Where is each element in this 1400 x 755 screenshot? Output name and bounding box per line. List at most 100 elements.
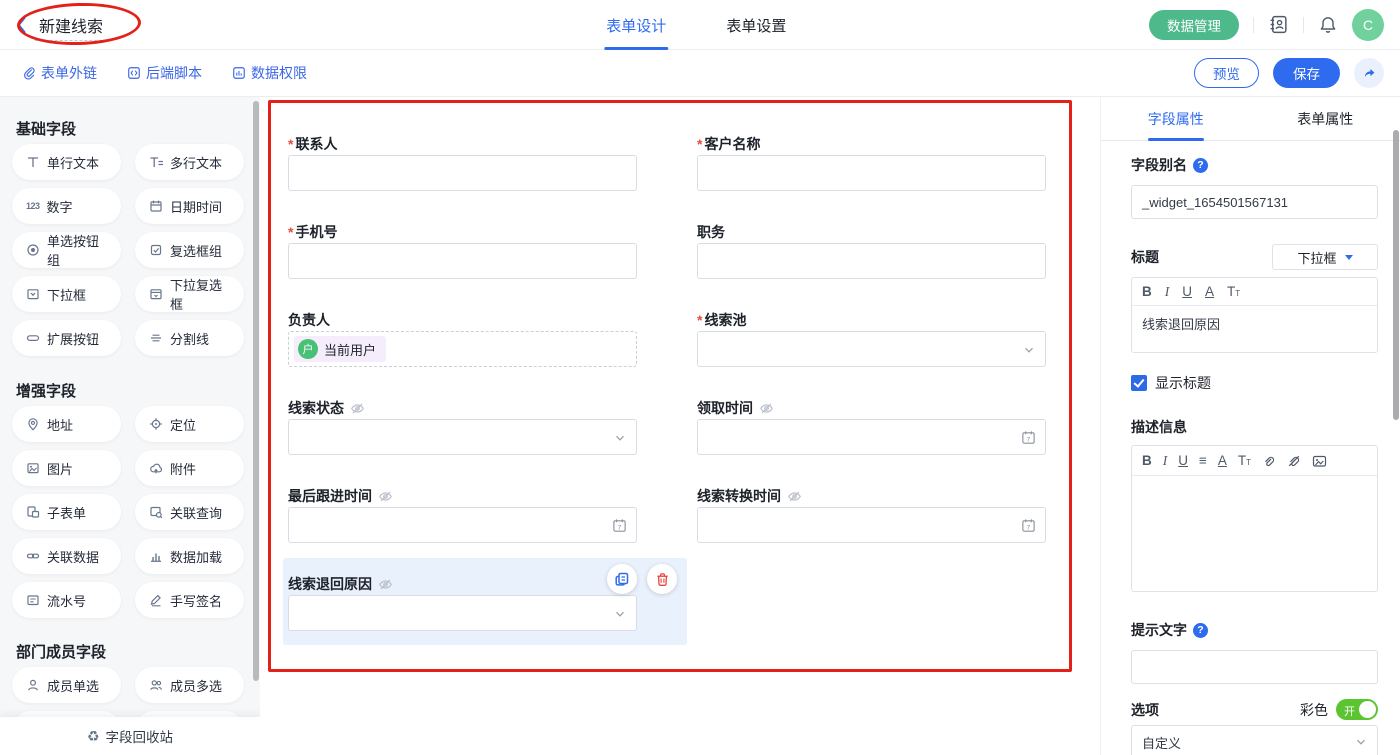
form-field-job-title[interactable]: 职务 xyxy=(697,221,1046,279)
tab-form-settings[interactable]: 表单设置 xyxy=(724,0,788,50)
align-button[interactable]: ≡ xyxy=(1199,454,1207,468)
sidebar-item-multi-line-text[interactable]: 多行文本 xyxy=(135,144,244,180)
sidebar-item-member-single[interactable]: 成员单选 xyxy=(12,667,121,703)
font-size-button[interactable]: T xyxy=(1227,285,1240,299)
widget-type-select[interactable]: 下拉框 xyxy=(1272,244,1378,270)
description-editor: B I U ≡ A T xyxy=(1131,445,1378,592)
form-field-lead-return-reason[interactable]: 线索退回原因 xyxy=(288,573,637,631)
select-input[interactable] xyxy=(288,419,637,455)
sidebar-item-data-load[interactable]: 数据加载 xyxy=(135,538,244,574)
form-toolbar: 表单外链 后端脚本 数据权限 预览 保存 xyxy=(0,50,1400,97)
text-input[interactable] xyxy=(288,243,637,279)
insert-image-button[interactable] xyxy=(1312,454,1327,468)
sidebar-scrollbar[interactable] xyxy=(253,101,259,681)
field-recycle-bin[interactable]: ♻ 字段回收站 xyxy=(0,717,260,755)
sidebar-item-serial-number[interactable]: 流水号 xyxy=(12,582,121,618)
help-icon[interactable]: ? xyxy=(1193,623,1208,638)
title-editor-content[interactable]: 线索退回原因 xyxy=(1132,306,1377,352)
colorful-toggle[interactable]: 开 xyxy=(1336,699,1378,720)
calendar-icon xyxy=(149,199,163,213)
font-color-button[interactable]: A xyxy=(1205,285,1214,299)
panel-scrollbar[interactable] xyxy=(1393,130,1399,420)
form-title[interactable]: 新建线索 xyxy=(35,17,107,41)
tab-form-properties[interactable]: 表单属性 xyxy=(1251,97,1400,140)
underline-button[interactable]: U xyxy=(1178,454,1188,468)
sidebar-item-image[interactable]: 图片 xyxy=(12,450,121,486)
extend-button-icon xyxy=(26,331,40,345)
tab-form-design[interactable]: 表单设计 xyxy=(604,0,668,50)
help-icon[interactable]: ? xyxy=(1193,158,1208,173)
underline-button[interactable]: U xyxy=(1182,285,1192,299)
bold-button[interactable]: B xyxy=(1142,285,1152,299)
properties-panel: 字段属性 表单属性 字段别名 ? _widget_1654501567131 标… xyxy=(1100,97,1400,755)
unlink-button[interactable] xyxy=(1287,454,1301,468)
font-color-button[interactable]: A xyxy=(1218,454,1227,468)
sidebar-item-address[interactable]: 地址 xyxy=(12,406,121,442)
sidebar-item-number[interactable]: 123数字 xyxy=(12,188,121,224)
text-input[interactable] xyxy=(697,243,1046,279)
back-button[interactable] xyxy=(16,16,27,34)
sidebar-item-dropdown-multi[interactable]: 下拉复选框 xyxy=(135,276,244,312)
form-field-mobile[interactable]: *手机号 xyxy=(288,221,637,279)
backend-script-action[interactable]: 后端脚本 xyxy=(127,63,202,83)
data-manage-button[interactable]: 数据管理 xyxy=(1149,10,1239,40)
sidebar-item-single-line-text[interactable]: 单行文本 xyxy=(12,144,121,180)
sidebar-item-attachment[interactable]: 附件 xyxy=(135,450,244,486)
form-field-lead-status[interactable]: 线索状态 xyxy=(288,397,637,455)
preview-button[interactable]: 预览 xyxy=(1194,58,1259,88)
tab-field-properties[interactable]: 字段属性 xyxy=(1101,97,1251,140)
sidebar-item-dropdown[interactable]: 下拉框 xyxy=(12,276,121,312)
data-permission-action[interactable]: 数据权限 xyxy=(232,63,307,83)
copy-field-button[interactable] xyxy=(607,564,637,594)
divider xyxy=(1303,17,1304,33)
select-input[interactable] xyxy=(288,595,637,631)
section-basic-fields: 基础字段 xyxy=(16,118,260,138)
options-source-select[interactable]: 自定义 xyxy=(1131,725,1378,755)
form-canvas[interactable]: *联系人 *客户名称 *手机号 职务 负责人 xyxy=(260,97,1100,755)
font-size-button[interactable]: T xyxy=(1238,454,1251,468)
hint-text-input[interactable] xyxy=(1131,650,1378,684)
sidebar-item-divider-line[interactable]: 分割线 xyxy=(135,320,244,356)
notification-bell-icon[interactable] xyxy=(1318,15,1338,35)
show-title-checkbox[interactable]: 显示标题 xyxy=(1131,373,1378,393)
delete-field-button[interactable] xyxy=(647,564,677,594)
hidden-eye-icon xyxy=(350,401,365,416)
text-input[interactable] xyxy=(288,155,637,191)
form-field-lead-convert-time[interactable]: 线索转换时间 7 xyxy=(697,485,1046,543)
sidebar-item-datetime[interactable]: 日期时间 xyxy=(135,188,244,224)
save-button[interactable]: 保存 xyxy=(1273,58,1340,88)
sidebar-item-member-multi[interactable]: 成员多选 xyxy=(135,667,244,703)
sidebar-item-extend-button[interactable]: 扩展按钮 xyxy=(12,320,121,356)
share-button[interactable] xyxy=(1354,58,1384,88)
text-input[interactable] xyxy=(697,155,1046,191)
italic-button[interactable]: I xyxy=(1163,454,1168,468)
form-field-last-follow-time[interactable]: 最后跟进时间 7 xyxy=(288,485,637,543)
checkbox-icon xyxy=(149,243,163,257)
description-editor-content[interactable] xyxy=(1132,476,1377,591)
form-field-lead-pool[interactable]: *线索池 xyxy=(697,309,1046,367)
sidebar-item-signature[interactable]: 手写签名 xyxy=(135,582,244,618)
external-link-action[interactable]: 表单外链 xyxy=(22,63,97,83)
sidebar-item-linked-query[interactable]: 关联查询 xyxy=(135,494,244,530)
link-button[interactable] xyxy=(1262,454,1276,468)
form-field-customer-name[interactable]: *客户名称 xyxy=(697,133,1046,191)
date-input[interactable]: 7 xyxy=(697,507,1046,543)
user-avatar[interactable]: C xyxy=(1352,9,1384,41)
contact-book-icon[interactable] xyxy=(1268,14,1289,35)
italic-button[interactable]: I xyxy=(1165,285,1170,299)
select-input[interactable] xyxy=(697,331,1046,367)
date-input[interactable]: 7 xyxy=(288,507,637,543)
form-field-claim-time[interactable]: 领取时间 7 xyxy=(697,397,1046,455)
form-field-contact[interactable]: *联系人 xyxy=(288,133,637,191)
bold-button[interactable]: B xyxy=(1142,454,1152,468)
date-input[interactable]: 7 xyxy=(697,419,1046,455)
field-alias-input[interactable]: _widget_1654501567131 xyxy=(1131,185,1378,219)
hint-text-label: 提示文字 xyxy=(1131,620,1187,640)
sidebar-item-subform[interactable]: 子表单 xyxy=(12,494,121,530)
sidebar-item-linked-data[interactable]: 关联数据 xyxy=(12,538,121,574)
form-field-owner[interactable]: 负责人 户 当前用户 xyxy=(288,309,637,367)
sidebar-item-radio-group[interactable]: 单选按钮组 xyxy=(12,232,121,268)
sidebar-item-checkbox-group[interactable]: 复选框组 xyxy=(135,232,244,268)
member-input[interactable]: 户 当前用户 xyxy=(288,331,637,367)
sidebar-item-location[interactable]: 定位 xyxy=(135,406,244,442)
